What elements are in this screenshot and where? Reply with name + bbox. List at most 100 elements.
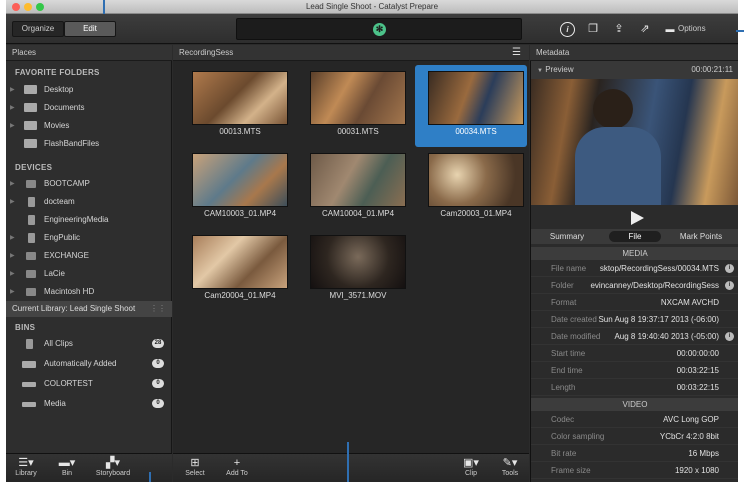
clip-item[interactable]: CAM10004_01.MP4 [297, 147, 409, 229]
metadata-key: Length [551, 383, 576, 392]
organize-mode-button[interactable]: Organize [12, 21, 64, 37]
bin-item-media[interactable]: Media 0 [6, 395, 172, 413]
bin-item-automatically-added[interactable]: Automatically Added 0 [6, 355, 172, 373]
current-library-bar[interactable]: Current Library: Lead Single Shoot ⋮⋮ [6, 301, 172, 317]
export-icon[interactable]: ⇪ [612, 22, 626, 36]
metadata-key: Date modified [551, 332, 601, 341]
reveal-info-icon[interactable]: i [725, 264, 734, 273]
metadata-row-color-sampling: Color sampling YCbCr 4:2:0 8bit [531, 428, 738, 445]
disclosure-icon[interactable]: ▶ [10, 252, 15, 259]
devices-section-title: DEVICES [15, 163, 53, 172]
clip-name: 00034.MTS [455, 127, 497, 136]
tools-button-label: Tools [501, 470, 519, 477]
count-badge: 0 [152, 379, 164, 388]
list-view-icon[interactable]: ☰ [512, 45, 521, 61]
bin-item-colortest[interactable]: COLORTEST 0 [6, 375, 172, 393]
metadata-header: Metadata [530, 45, 738, 61]
sidebar-item-label: Movies [44, 121, 70, 130]
metadata-row-format: Format NXCAM AVCHD [531, 294, 738, 311]
clip-thumbnail [192, 235, 288, 289]
select-button[interactable]: ⊞ Select [183, 457, 207, 477]
storyboard-button[interactable]: ▞▾ Storyboard [92, 457, 134, 477]
info-icon[interactable]: i [560, 22, 575, 37]
tools-menu-button[interactable]: ✎▾ Tools [497, 457, 523, 477]
bins-section-title: BINS [15, 323, 36, 332]
clip-item[interactable]: Cam20004_01.MP4 [179, 229, 291, 311]
sidebar-item-label: EXCHANGE [44, 251, 89, 260]
clip-item[interactable]: 00031.MTS [297, 65, 409, 147]
clip-item[interactable]: Cam20003_01.MP4 [415, 147, 527, 229]
metadata-value: 16 Mbps [688, 449, 719, 458]
metadata-key: Format [551, 298, 577, 307]
clips-icon [26, 339, 33, 349]
grid-bottom-bar: ⊞ Select + Add To ▣▾ Clip ✎▾ Tools [173, 453, 529, 482]
metadata-value: AVC Long GOP [663, 415, 719, 424]
disclosure-icon[interactable]: ▶ [10, 288, 15, 295]
bin-label: All Clips [44, 339, 73, 348]
clip-name: MVI_3571.MOV [329, 291, 387, 300]
sidebar-item-desktop[interactable]: ▶ Desktop [6, 81, 172, 99]
clip-name: 00013.MTS [219, 127, 261, 136]
clip-menu-button[interactable]: ▣▾ Clip [459, 457, 483, 477]
tab-file[interactable]: File [609, 231, 661, 242]
sidebar-item-documents[interactable]: ▶ Documents [6, 99, 172, 117]
options-button[interactable]: Options [678, 24, 706, 33]
disclosure-icon[interactable]: ▶ [10, 86, 15, 93]
edit-mode-button[interactable]: Edit [64, 21, 116, 37]
disclosure-icon[interactable]: ▶ [10, 122, 15, 129]
resize-grip-icon[interactable]: ⋮⋮ [150, 301, 166, 317]
reveal-info-icon[interactable]: i [725, 332, 734, 341]
clip-thumbnail [310, 153, 406, 207]
sidebar-item-movies[interactable]: ▶ Movies [6, 117, 172, 135]
grid-header: RecordingSess ☰ [173, 45, 529, 61]
sidebar-item-macintosh-hd[interactable]: ▶ Macintosh HD [6, 283, 172, 301]
metadata-row-folder: Folder evincanney/Desktop/RecordingSess … [531, 277, 738, 294]
copy-icon[interactable]: ❐ [586, 22, 600, 36]
bin-item-all-clips[interactable]: All Clips 28 [6, 335, 172, 353]
video-group-title: VIDEO [531, 398, 738, 411]
tab-mark-points[interactable]: Mark Points [669, 231, 733, 242]
sidebar-item-bootcamp[interactable]: ▶ BOOTCAMP [6, 175, 172, 193]
disclosure-icon[interactable]: ▶ [10, 270, 15, 277]
sidebar-item-label: Desktop [44, 85, 74, 94]
metadata-row-codec: Codec AVC Long GOP [531, 411, 738, 428]
clip-item-selected[interactable]: 00034.MTS [415, 65, 527, 147]
tab-summary[interactable]: Summary [539, 231, 595, 242]
disclosure-icon[interactable]: ▶ [10, 198, 15, 205]
folder-icon [24, 85, 37, 94]
disclosure-icon[interactable]: ▶ [10, 104, 15, 111]
clip-item[interactable]: CAM10003_01.MP4 [179, 147, 291, 229]
sidebar-item-exchange[interactable]: ▶ EXCHANGE [6, 247, 172, 265]
metadata-key: Start time [551, 349, 586, 358]
disclosure-icon[interactable]: ▶ [10, 234, 15, 241]
metadata-value: 00:03:22:15 [676, 383, 719, 392]
disclosure-down-icon[interactable]: ▼ [537, 68, 543, 74]
bin-button[interactable]: ▬▾ Bin [52, 457, 82, 477]
play-icon[interactable] [631, 211, 644, 225]
metadata-key: File name [551, 264, 587, 273]
preview-video[interactable] [531, 79, 738, 205]
add-to-button[interactable]: + Add To [223, 457, 251, 477]
drive-icon [26, 180, 36, 188]
reveal-info-icon[interactable]: i [725, 281, 734, 290]
sidebar-item-label: BOOTCAMP [44, 179, 90, 188]
sidebar-item-label: EngineeringMedia [44, 215, 109, 224]
preview-header[interactable]: ▼ Preview 00:00:21:11 [531, 61, 738, 79]
share-icon[interactable]: ⇗ [638, 22, 652, 36]
metadata-row-date-modified: Date modified Aug 8 19:40:40 2013 (-05:0… [531, 328, 738, 345]
preview-label: Preview [545, 65, 574, 74]
sidebar-item-engpublic[interactable]: ▶ EngPublic [6, 229, 172, 247]
sidebar-item-flashbandfiles[interactable]: FlashBandFiles [6, 135, 172, 153]
disclosure-icon[interactable]: ▶ [10, 180, 15, 187]
briefcase-icon[interactable]: ▬ [664, 22, 676, 36]
sidebar-item-docteam[interactable]: ▶ docteam [6, 193, 172, 211]
select-button-label: Select [185, 470, 205, 477]
sidebar-item-lacie[interactable]: ▶ LaCie [6, 265, 172, 283]
clip-item[interactable]: MVI_3571.MOV [297, 229, 409, 311]
sidebar-item-engineeringmedia[interactable]: EngineeringMedia [6, 211, 172, 229]
library-button[interactable]: ☰▾ Library [12, 457, 40, 477]
sidebar-item-label: EngPublic [44, 233, 81, 242]
sidebar-item-label: LaCie [44, 269, 65, 278]
drive-icon [26, 270, 36, 278]
clip-item[interactable]: 00013.MTS [179, 65, 291, 147]
